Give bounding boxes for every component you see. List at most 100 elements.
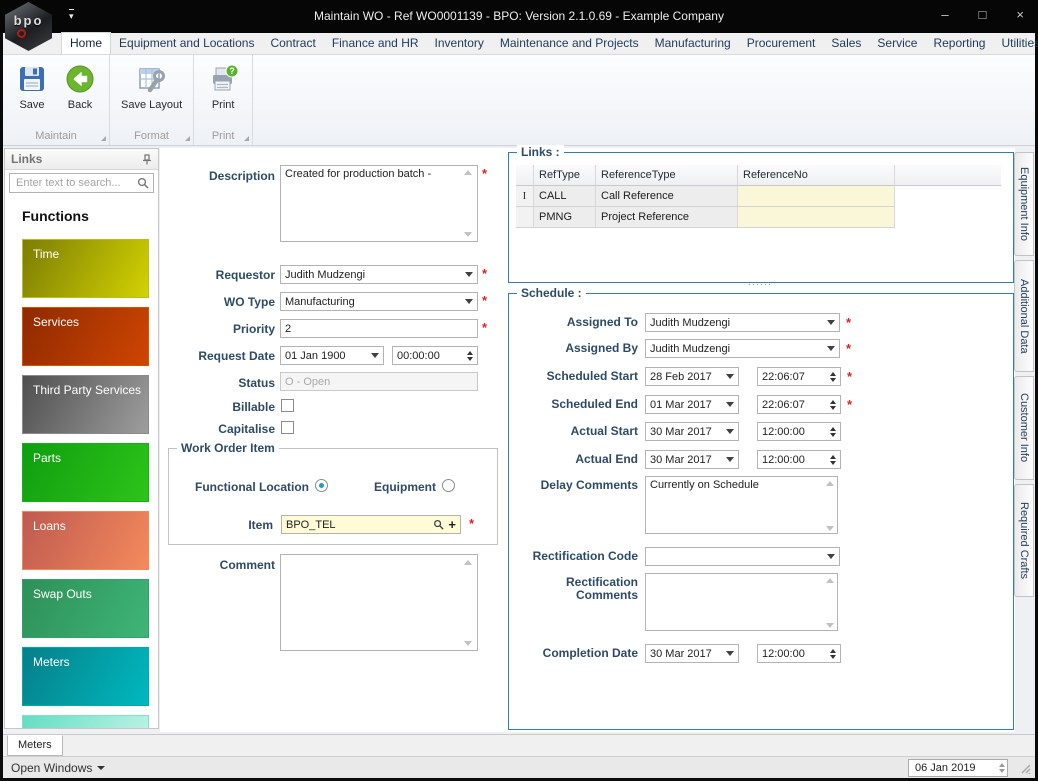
request-date-label: Request Date [160,349,275,363]
cell-reftype[interactable]: CALL [534,186,596,207]
spin-arrows-icon[interactable] [826,649,836,659]
cell-referenceno[interactable] [738,207,895,228]
completion-time-spinner[interactable]: 12:00:00 [757,644,841,663]
scroll-down-icon[interactable] [464,232,472,237]
completion-date-picker[interactable]: 30 Mar 2017 [645,644,739,663]
back-button[interactable]: Back [57,60,103,114]
dialog-launcher-icon[interactable] [244,136,249,141]
cell-reftype[interactable]: PMNG [534,207,596,228]
tile-third-party-services[interactable]: Third Party Services [22,375,149,434]
requestor-label: Requestor [160,268,275,282]
ribbon-tab-finance-and-hr[interactable]: Finance and HR [324,33,427,54]
scroll-down-icon[interactable] [826,623,834,628]
tab-meters[interactable]: Meters [7,735,63,756]
spin-arrows-icon[interactable] [463,351,473,361]
links-grid-row[interactable]: I CALL Call Reference [516,186,1001,207]
tab-additional-data[interactable]: Additional Data [1014,260,1034,372]
capitalise-checkbox[interactable] [281,421,294,434]
resize-grip-icon[interactable] [1018,761,1031,774]
tile-time[interactable]: Time [22,239,149,298]
minimize-window-icon[interactable]: – [941,7,948,22]
tile-loans[interactable]: Loans [22,511,149,570]
request-time-spinner[interactable]: 00:00:00 [392,346,478,365]
priority-field[interactable] [280,319,478,338]
save-button[interactable]: Save [9,60,55,114]
billable-checkbox[interactable] [281,399,294,412]
close-window-icon[interactable]: × [1016,7,1024,22]
sidebar-search-input[interactable] [14,176,137,190]
ribbon-tab-reporting[interactable]: Reporting [925,33,993,54]
ribbon-tab-inventory[interactable]: Inventory [427,33,492,54]
ribbon-tab-home[interactable]: Home [61,32,111,54]
tile-swap-outs[interactable]: Swap Outs [22,579,149,638]
comment-field[interactable] [280,554,478,651]
tile-parts[interactable]: Parts [22,443,149,502]
request-date-picker[interactable]: 01 Jan 1900 [280,346,384,365]
assigned-to-dropdown[interactable]: Judith Mudzengi [645,313,840,332]
column-header-reftype[interactable]: RefType [534,165,596,186]
delay-comments-field[interactable]: Currently on Schedule [645,476,838,534]
actual-start-date-picker[interactable]: 30 Mar 2017 [645,422,739,441]
dialog-launcher-icon[interactable] [101,136,106,141]
ribbon-tab-contract[interactable]: Contract [262,33,323,54]
scheduled-end-time-spinner[interactable]: 22:06:07 [757,395,841,414]
ribbon-tab-service[interactable]: Service [869,33,925,54]
cell-referencetype[interactable]: Project Reference [596,207,738,228]
tile-services[interactable]: Services [22,307,149,366]
spin-arrows-icon[interactable] [826,400,836,410]
spin-arrows-icon[interactable] [995,763,1005,773]
add-item-icon[interactable]: + [448,520,456,530]
assigned-to-label: Assigned To [510,316,638,329]
scheduled-start-time-spinner[interactable]: 22:06:07 [757,367,841,386]
ribbon-tab-procurement[interactable]: Procurement [739,33,824,54]
scheduled-start-date-picker[interactable]: 28 Feb 2017 [645,367,739,386]
links-grid-row[interactable]: PMNG Project Reference [516,207,1001,228]
splitter-handle[interactable]: ······ [748,279,772,289]
search-icon[interactable] [137,177,149,189]
requestor-dropdown[interactable]: Judith Mudzengi [280,265,478,284]
scroll-up-icon[interactable] [826,578,834,583]
maximize-window-icon[interactable]: □ [979,7,987,22]
actual-start-time-spinner[interactable]: 12:00:00 [757,422,841,441]
actual-end-date-picker[interactable]: 30 Mar 2017 [645,450,739,469]
description-field[interactable]: Created for production batch - [280,165,478,242]
save-layout-button[interactable]: Save Layout [116,60,187,114]
ribbon-tab-manufacturing[interactable]: Manufacturing [647,33,739,54]
equipment-radio[interactable] [442,479,455,492]
ribbon-tab-utilities[interactable]: Utilities [993,33,1038,54]
actual-end-time-spinner[interactable]: 12:00:00 [757,450,841,469]
rectification-comments-field[interactable] [645,573,838,631]
scroll-up-icon[interactable] [826,481,834,486]
functional-location-radio[interactable] [315,479,328,492]
dialog-launcher-icon[interactable] [185,136,190,141]
spin-arrows-icon[interactable] [826,455,836,465]
scroll-down-icon[interactable] [464,641,472,646]
scheduled-end-date-picker[interactable]: 01 Mar 2017 [645,395,739,414]
ribbon-tab-sales[interactable]: Sales [823,33,869,54]
ribbon-tab-maintenance-and-projects[interactable]: Maintenance and Projects [492,33,647,54]
scroll-up-icon[interactable] [464,170,472,175]
assigned-by-dropdown[interactable]: Judith Mudzengi [645,339,840,358]
item-lookup-field[interactable]: BPO_TEL + [281,515,461,534]
scroll-down-icon[interactable] [826,526,834,531]
column-header-referencetype[interactable]: ReferenceType [596,165,738,186]
spin-arrows-icon[interactable] [826,372,836,382]
status-date-editor[interactable]: 06 Jan 2019 [908,759,1008,777]
rectification-code-dropdown[interactable] [645,547,840,566]
print-button[interactable]: ? Print [200,60,246,114]
scroll-up-icon[interactable] [464,560,472,565]
ribbon-tab-equipment-and-locations[interactable]: Equipment and Locations [111,33,262,54]
cell-referencetype[interactable]: Call Reference [596,186,738,207]
tab-required-crafts[interactable]: Required Crafts [1014,484,1034,597]
search-icon[interactable] [433,519,444,530]
spin-arrows-icon[interactable] [826,427,836,437]
tile-partial[interactable] [22,715,149,729]
cell-referenceno[interactable] [738,186,895,207]
tab-equipment-info[interactable]: Equipment Info [1014,152,1034,256]
wo-type-dropdown[interactable]: Manufacturing [280,292,478,311]
open-windows-menu[interactable]: Open Windows [11,761,105,775]
tab-customer-info[interactable]: Customer Info [1014,376,1034,480]
pin-icon[interactable] [141,154,152,165]
tile-meters[interactable]: Meters [22,647,149,706]
column-header-referenceno[interactable]: ReferenceNo [738,165,895,186]
